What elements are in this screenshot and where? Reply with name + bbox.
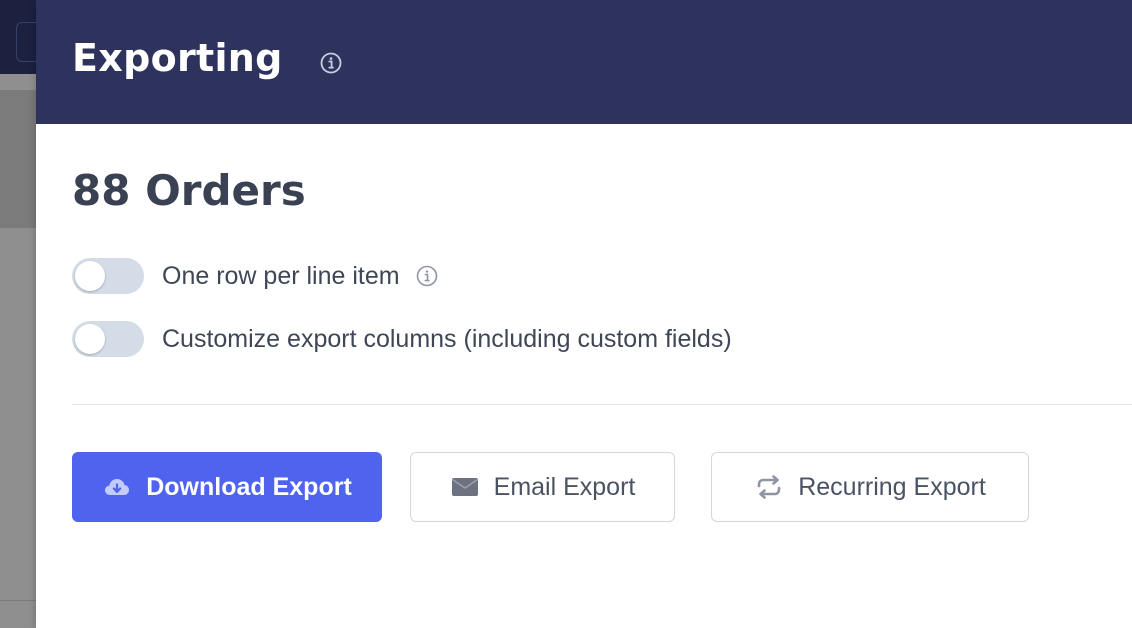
toggle-knob <box>75 261 105 291</box>
custom-columns-toggle[interactable] <box>72 321 144 357</box>
panel-header: Exporting <box>36 0 1132 124</box>
recurring-export-label: Recurring Export <box>798 472 986 501</box>
export-panel: Exporting 88 Orders One row per line ite… <box>36 0 1132 628</box>
custom-columns-toggle-label: Customize export columns (including cust… <box>162 324 732 353</box>
option-row-custom-columns: Customize export columns (including cust… <box>72 321 732 357</box>
recurring-export-button[interactable]: Recurring Export <box>711 452 1029 522</box>
download-export-button[interactable]: Download Export <box>72 452 382 522</box>
background-app-topbar <box>0 0 42 74</box>
repeat-arrows-icon <box>757 475 781 499</box>
cloud-download-icon <box>105 479 130 495</box>
info-icon[interactable] <box>320 52 342 74</box>
envelope-icon <box>451 478 478 496</box>
panel-title: Exporting <box>72 36 283 80</box>
order-count-heading: 88 Orders <box>72 166 306 215</box>
line-item-toggle[interactable] <box>72 258 144 294</box>
download-export-label: Download Export <box>146 472 352 501</box>
section-divider <box>72 404 1132 405</box>
email-export-button[interactable]: Email Export <box>410 452 675 522</box>
background-app-divider <box>0 600 36 601</box>
line-item-toggle-label: One row per line item <box>162 261 400 290</box>
info-icon[interactable] <box>416 265 438 287</box>
toggle-knob <box>75 324 105 354</box>
option-row-line-items: One row per line item <box>72 258 438 294</box>
background-app-band <box>0 90 36 228</box>
email-export-label: Email Export <box>493 472 636 501</box>
